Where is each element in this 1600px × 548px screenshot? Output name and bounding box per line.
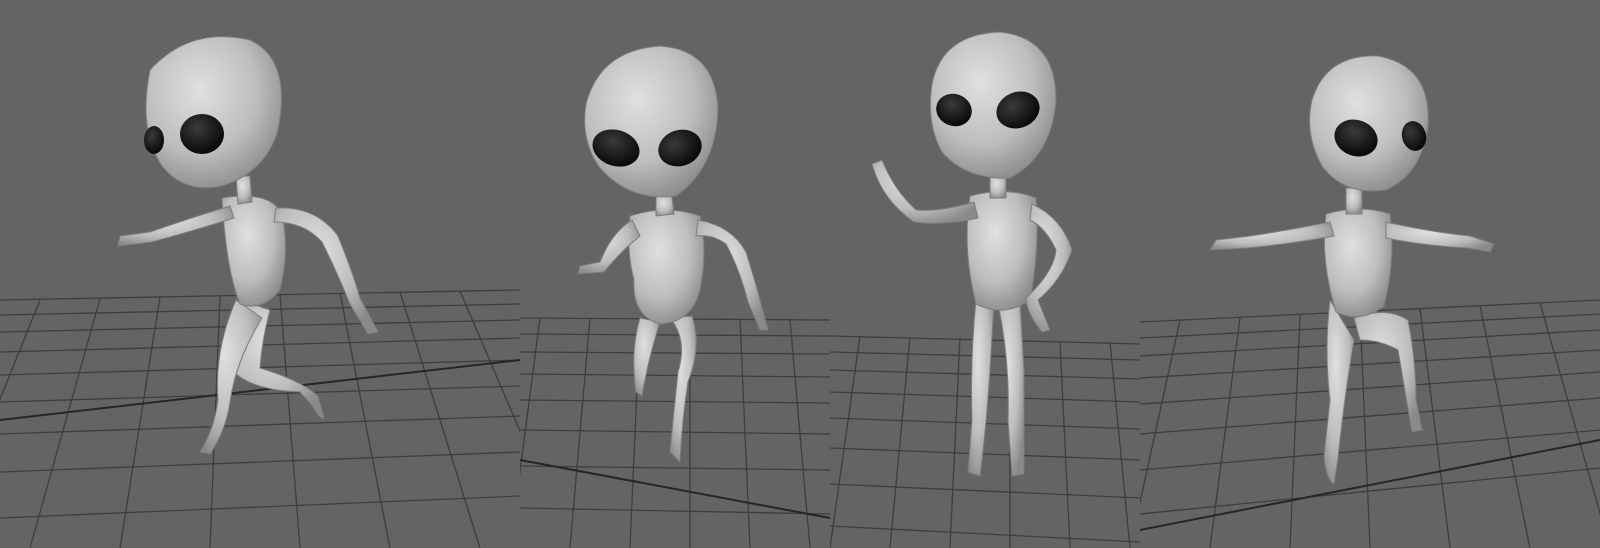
eye-right bbox=[180, 114, 224, 154]
viewport-panel-4[interactable] bbox=[1140, 0, 1600, 548]
eye-left bbox=[144, 126, 164, 154]
alien-character bbox=[577, 45, 769, 464]
viewport-panel-1[interactable] bbox=[0, 0, 520, 548]
viewport-panel-3[interactable] bbox=[830, 0, 1140, 548]
viewport-canvas bbox=[0, 36, 520, 548]
alien-character bbox=[871, 31, 1073, 477]
viewport-strip bbox=[0, 0, 1600, 548]
viewport-canvas bbox=[520, 45, 830, 548]
viewport-canvas bbox=[1140, 55, 1600, 548]
viewport-canvas bbox=[830, 31, 1140, 548]
viewport-panel-2[interactable] bbox=[520, 0, 830, 548]
grid-axis bbox=[1140, 439, 1600, 531]
